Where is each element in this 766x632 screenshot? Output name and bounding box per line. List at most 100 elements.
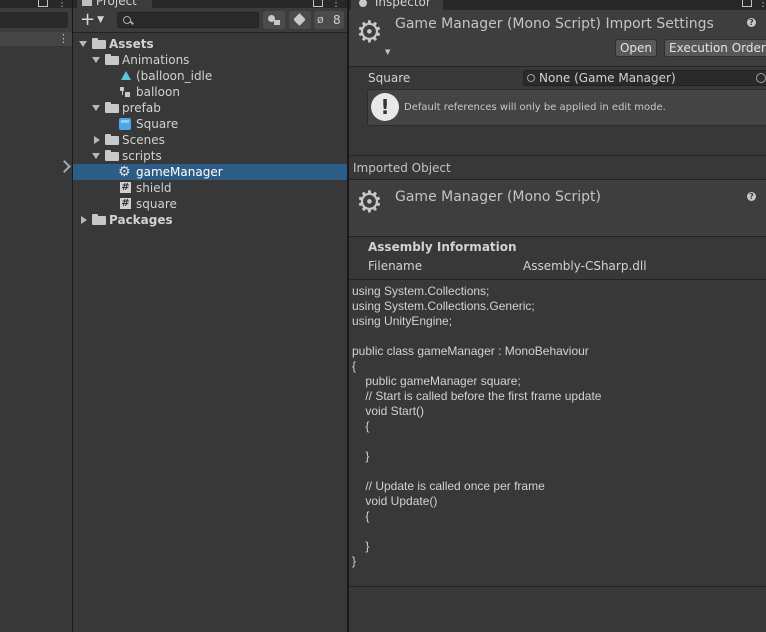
code-line: void Start() <box>352 404 425 418</box>
assembly-heading: Assembly Information <box>368 240 517 254</box>
gear-icon: ⚙ <box>356 185 383 220</box>
more-options-icon[interactable]: ⋮ <box>331 0 341 9</box>
code-line: } <box>352 554 357 568</box>
warning-icon: ! <box>371 93 399 121</box>
lock-icon[interactable] <box>38 0 48 7</box>
csharp-script-icon: # <box>120 182 131 193</box>
more-options-icon[interactable]: ⋮ <box>758 0 766 9</box>
project-toolbar: + ▼ ø 8 <box>73 8 347 33</box>
tree-label: square <box>136 197 177 211</box>
add-asset-button[interactable]: + ▼ <box>80 10 104 30</box>
square-object-field[interactable]: None (Game Manager) <box>523 70 766 86</box>
tree-label: gameManager <box>136 165 223 179</box>
code-line: void Update() <box>352 494 438 508</box>
code-line: using System.Collections; <box>352 284 490 298</box>
import-settings-header: ⚙ ▼ Game Manager (Mono Script) Import Se… <box>349 10 766 67</box>
expand-arrow-icon[interactable] <box>79 41 87 47</box>
tree-row-animations[interactable]: Animations <box>73 52 347 68</box>
project-search-input[interactable] <box>117 12 259 28</box>
square-field-value: None (Game Manager) <box>539 71 676 85</box>
tree-row-square-script[interactable]: # square <box>73 196 347 212</box>
filter-type-icon-square <box>274 20 280 25</box>
search-icon <box>123 16 131 24</box>
open-button[interactable]: Open <box>615 39 657 57</box>
tree-row-prefab[interactable]: prefab <box>73 100 347 116</box>
more-options-icon[interactable]: ⋮ <box>57 0 67 9</box>
code-line: using UnityEngine; <box>352 314 453 328</box>
lock-icon[interactable] <box>742 0 752 7</box>
help-icon[interactable]: ? <box>747 18 756 27</box>
hierarchy-scene-row[interactable]: ⋮ <box>0 32 72 46</box>
tree-label: shield <box>136 181 172 195</box>
tree-row-balloon[interactable]: balloon <box>73 84 347 100</box>
tree-label: Packages <box>109 213 173 227</box>
expand-arrow-icon[interactable] <box>92 57 100 63</box>
tree-row-square-prefab[interactable]: Square <box>73 116 347 132</box>
hierarchy-panel: ⋮ ⋮ <box>0 0 72 632</box>
inspector-panel: Inspector ⋮ ⚙ ▼ Game Manager (Mono Scrip… <box>349 0 766 632</box>
tag-icon <box>293 13 306 26</box>
tree-label: (balloon_idle <box>136 69 213 83</box>
code-line: { <box>352 359 357 373</box>
code-preview: using System.Collections; using System.Co… <box>349 279 766 587</box>
eye-slash-icon: ø <box>317 13 324 26</box>
chevron-right-icon[interactable] <box>58 160 71 173</box>
folder-icon <box>92 38 106 49</box>
tree-row-scripts[interactable]: scripts <box>73 148 347 164</box>
filename-value: Assembly-CSharp.dll <box>523 259 647 273</box>
expand-arrow-icon[interactable] <box>92 153 100 159</box>
filter-by-label-button[interactable] <box>289 11 311 29</box>
code-line: { <box>352 419 370 433</box>
imported-object-label: Imported Object <box>353 161 451 175</box>
help-icon[interactable]: ? <box>747 192 756 201</box>
hidden-packages-button[interactable]: ø 8 <box>314 11 344 29</box>
code-line: { <box>352 509 370 523</box>
tree-row-shield[interactable]: # shield <box>73 180 347 196</box>
tree-label: Animations <box>122 53 190 67</box>
mono-script-header: ⚙ Game Manager (Mono Script) ? <box>349 179 766 237</box>
tree-label: balloon <box>136 85 180 99</box>
expand-arrow-icon[interactable] <box>92 105 100 111</box>
execution-order-button[interactable]: Execution Order... <box>664 39 766 57</box>
collapse-arrow-icon[interactable] <box>94 136 100 144</box>
folder-icon <box>105 134 119 145</box>
gear-icon: ⚙ <box>356 15 383 50</box>
tree-row-assets[interactable]: Assets <box>73 36 347 52</box>
animation-clip-icon <box>121 71 131 80</box>
hierarchy-toolbar <box>0 8 72 33</box>
filter-by-type-button[interactable] <box>263 11 285 29</box>
help-text: Default references will only be applied … <box>404 102 666 113</box>
hierarchy-search-field[interactable] <box>0 12 68 28</box>
tree-label: scripts <box>122 149 162 163</box>
tree-label: Scenes <box>122 133 165 147</box>
filename-label: Filename <box>368 259 423 273</box>
header-title: Game Manager (Mono Script) Import Settin… <box>395 16 714 32</box>
animator-controller-icon <box>120 87 130 97</box>
scene-options-icon[interactable]: ⋮ <box>58 32 69 46</box>
code-line: using System.Collections.Generic; <box>352 299 535 313</box>
tree-row-balloon-idle[interactable]: (balloon_idle <box>73 68 347 84</box>
gear-script-icon: ⚙ <box>118 164 131 180</box>
tab-inspector[interactable]: Inspector <box>351 0 443 10</box>
object-picker-icon[interactable] <box>756 73 766 83</box>
folder-open-icon <box>105 102 119 113</box>
hidden-count: 8 <box>333 13 341 27</box>
tab-project-label: Project <box>95 0 137 8</box>
tree-row-gamemanager[interactable]: ⚙ gameManager <box>73 164 347 180</box>
lock-icon[interactable] <box>313 0 323 7</box>
folder-tab-icon <box>82 0 92 6</box>
tab-inspector-label: Inspector <box>374 0 431 9</box>
tree-row-scenes[interactable]: Scenes <box>73 132 347 148</box>
section-divider <box>349 155 766 156</box>
code-text: using System.Collections; using System.Co… <box>352 284 601 569</box>
tab-project[interactable]: Project <box>77 0 152 8</box>
tree-label: prefab <box>122 101 161 115</box>
chevron-down-icon[interactable]: ▼ <box>385 48 390 56</box>
code-line: public gameManager square; <box>352 374 521 388</box>
collapse-arrow-icon[interactable] <box>81 216 87 224</box>
tree-row-packages[interactable]: Packages <box>73 212 347 228</box>
code-line: public class gameManager : MonoBehaviour <box>352 344 589 358</box>
